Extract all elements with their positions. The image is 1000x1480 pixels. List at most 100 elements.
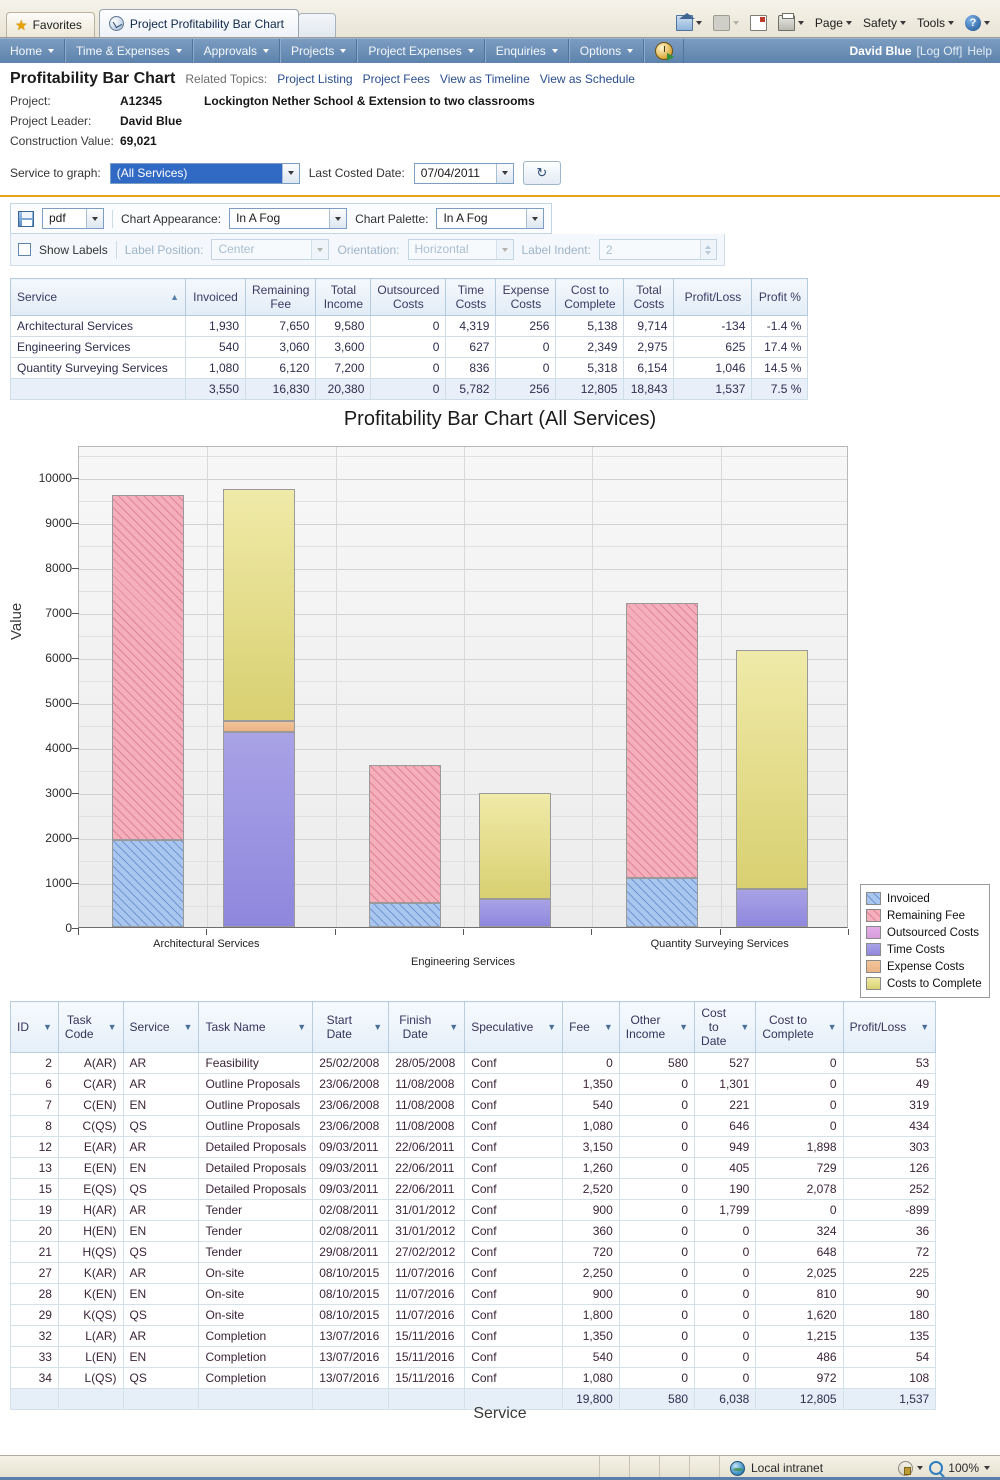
table-row[interactable]: 8 C(QS) QS Outline Proposals 23/06/2008 11/08… [10, 1115, 937, 1137]
filter-icon[interactable]: ▼ [679, 1022, 688, 1032]
col-start-date[interactable]: Start Date ▼ [312, 1001, 390, 1053]
col-service[interactable]: Service ▼ [122, 1001, 200, 1053]
new-tab-button[interactable] [297, 13, 336, 37]
legend-item[interactable]: Remaining Fee [866, 907, 982, 924]
col-service[interactable]: Service ▲ [10, 278, 186, 316]
table-row[interactable]: 33 L(EN) EN Completion 13/07/2016 15/11/2016 C… [10, 1346, 937, 1368]
chart-bar-segment[interactable] [625, 878, 698, 927]
tools-menu[interactable]: Tools [913, 14, 958, 32]
col-expense-costs[interactable]: Expense Costs [495, 278, 557, 316]
legend-item[interactable]: Outsourced Costs [866, 924, 982, 941]
last-costed-date-select[interactable]: 07/04/2011 [413, 162, 514, 184]
chevron-down-icon[interactable] [526, 209, 544, 228]
chart-bar-segment[interactable] [368, 764, 441, 903]
nav-item-home[interactable]: Home [0, 39, 66, 63]
chevron-down-icon[interactable] [495, 163, 513, 183]
filter-icon[interactable]: ▼ [828, 1022, 837, 1032]
nav-item-project-expenses[interactable]: Project Expenses [357, 39, 485, 63]
col-other-income[interactable]: Other Income ▼ [618, 1001, 696, 1053]
table-row[interactable]: 2 A(AR) AR Feasibility 25/02/2008 28/05/2008 C… [10, 1052, 937, 1074]
nav-item-time-expenses[interactable]: Time & Expenses [65, 39, 193, 63]
col-fee[interactable]: Fee ▼ [562, 1001, 620, 1053]
chart-bar-segment[interactable] [222, 489, 295, 721]
protected-mode[interactable] [898, 1460, 929, 1476]
col-total-income[interactable]: Total Income [315, 278, 372, 316]
chevron-down-icon[interactable] [329, 209, 347, 228]
chart-bar[interactable] [112, 495, 185, 927]
col-cost-to-complete[interactable]: Cost to Complete ▼ [755, 1001, 844, 1053]
chart-bar-segment[interactable] [479, 792, 552, 899]
read-mail-button[interactable] [746, 13, 771, 33]
chevron-down-icon[interactable] [695, 21, 702, 25]
chart-bar-segment[interactable] [222, 732, 295, 927]
nav-item-approvals[interactable]: Approvals [192, 39, 280, 63]
help-menu[interactable]: ? [961, 13, 994, 33]
col-finish-date[interactable]: Finish Date ▼ [388, 1001, 466, 1053]
chart-bar-segment[interactable] [112, 495, 185, 841]
log-off-link[interactable]: [Log Off] [917, 44, 963, 58]
table-row[interactable]: 21 H(QS) QS Tender 29/08/2011 27/02/2012 Conf 7… [10, 1241, 937, 1263]
nav-item-projects[interactable]: Projects [279, 39, 358, 63]
table-row[interactable]: 12 E(AR) AR Detailed Proposals 09/03/2011 22/… [10, 1136, 937, 1158]
col-invoiced[interactable]: Invoiced [185, 278, 246, 316]
filter-icon[interactable]: ▼ [604, 1022, 613, 1032]
table-row[interactable]: 20 H(EN) EN Tender 02/08/2011 31/01/2012 Conf 3… [10, 1220, 937, 1242]
feeds-button[interactable] [709, 13, 743, 33]
table-row[interactable]: Architectural Services 1,930 7,650 9,580 0 4,… [10, 315, 809, 337]
col-remaining-fee[interactable]: Remaining Fee [244, 278, 317, 316]
chevron-down-icon[interactable] [281, 163, 299, 183]
col-task-name[interactable]: Task Name ▼ [198, 1001, 314, 1053]
filter-icon[interactable]: ▼ [373, 1022, 382, 1032]
related-link-view-as-timeline[interactable]: View as Timeline [440, 72, 530, 86]
col-total-costs[interactable]: Total Costs [623, 278, 675, 316]
col-profit-loss[interactable]: Profit/Loss ▼ [842, 1001, 937, 1053]
table-row[interactable]: 28 K(EN) EN On-site 08/10/2015 11/07/2016 Conf… [10, 1283, 937, 1305]
chart-bar[interactable] [736, 649, 808, 927]
chart-appearance-select[interactable]: In A Fog [229, 208, 348, 229]
chevron-down-icon[interactable] [86, 209, 103, 228]
table-row[interactable]: Quantity Surveying Services 1,080 6,120 7,2… [10, 357, 809, 379]
chevron-down-icon[interactable] [797, 21, 804, 25]
col-outsourced-costs[interactable]: Outsourced Costs [370, 278, 447, 316]
table-row[interactable]: 19 H(AR) AR Tender 02/08/2011 31/01/2012 Conf 9… [10, 1199, 937, 1221]
table-row[interactable]: 13 E(EN) EN Detailed Proposals 09/03/2011 22/… [10, 1157, 937, 1179]
security-zone[interactable]: Local intranet [720, 1460, 833, 1476]
legend-item[interactable]: Expense Costs [866, 958, 982, 975]
table-row[interactable]: 32 L(AR) AR Completion 13/07/2016 15/11/2016 C… [10, 1325, 937, 1347]
filter-icon[interactable]: ▼ [740, 1022, 749, 1032]
favorites-button[interactable]: ★ Favorites [6, 12, 95, 37]
table-row[interactable]: 6 C(AR) AR Outline Proposals 23/06/2008 11/08… [10, 1073, 937, 1095]
chevron-down-icon[interactable] [917, 1466, 924, 1470]
browser-tab[interactable]: Project Profitability Bar Chart [98, 9, 299, 37]
filter-icon[interactable]: ▼ [184, 1022, 193, 1032]
col-profit-loss[interactable]: Profit/Loss [673, 278, 753, 316]
table-row[interactable]: 7 C(EN) EN Outline Proposals 23/06/2008 11/08… [10, 1094, 937, 1116]
chart-bar[interactable] [222, 489, 295, 927]
col-id[interactable]: ID ▼ [10, 1001, 59, 1053]
page-menu[interactable]: Page [811, 14, 856, 32]
col-cost-to-complete[interactable]: Cost to Complete [555, 278, 625, 316]
refresh-button[interactable]: ↻ [522, 161, 561, 185]
export-format-select[interactable]: pdf [42, 208, 104, 229]
legend-item[interactable]: Costs to Complete [866, 975, 982, 992]
show-labels-checkbox[interactable] [18, 243, 31, 256]
col-time-costs[interactable]: Time Costs [445, 278, 497, 316]
help-link[interactable]: Help [967, 44, 992, 58]
col-speculative[interactable]: Speculative ▼ [464, 1001, 564, 1053]
related-link-view-as-schedule[interactable]: View as Schedule [540, 72, 635, 86]
chart-bar[interactable] [625, 602, 698, 927]
legend-item[interactable]: Time Costs [866, 941, 982, 958]
table-row[interactable]: 34 L(QS) QS Completion 13/07/2016 15/11/2016 C… [10, 1367, 937, 1389]
filter-icon[interactable]: ▼ [920, 1022, 929, 1032]
safety-menu[interactable]: Safety [859, 14, 910, 32]
chart-bar-segment[interactable] [479, 898, 552, 927]
chevron-down-icon[interactable] [984, 1466, 990, 1470]
col-task-code[interactable]: Task Code ▼ [57, 1001, 124, 1053]
filter-icon[interactable]: ▼ [297, 1022, 306, 1032]
chart-bar[interactable] [479, 792, 552, 927]
filter-icon[interactable]: ▼ [547, 1022, 556, 1032]
print-button[interactable] [774, 13, 808, 33]
table-row[interactable]: 15 E(QS) QS Detailed Proposals 09/03/2011 22/… [10, 1178, 937, 1200]
related-link-project-listing[interactable]: Project Listing [277, 72, 352, 86]
nav-item-enquiries[interactable]: Enquiries [484, 39, 569, 63]
